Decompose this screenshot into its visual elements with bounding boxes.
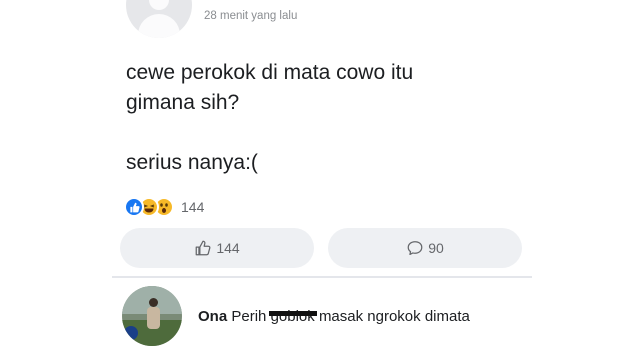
like-count: 144: [216, 240, 240, 256]
comment-icon: [407, 241, 423, 256]
avatar-photo-person-head: [149, 298, 158, 307]
reactions-summary[interactable]: 144: [124, 196, 204, 218]
commenter-name[interactable]: Ona: [198, 308, 227, 325]
post-timestamp[interactable]: 28 menit yang lalu: [204, 10, 297, 22]
avatar-photo-person-body: [147, 307, 160, 329]
author-avatar[interactable]: [126, 0, 192, 38]
action-bar: 144 90: [120, 228, 524, 268]
comment-text-before: Perih: [231, 308, 267, 325]
post-header: 28 menit yang lalu: [122, 0, 522, 40]
default-avatar-head: [149, 0, 169, 10]
divider: [112, 276, 532, 278]
thumbs-up-icon: [195, 240, 211, 256]
reaction-count: 144: [181, 199, 205, 215]
comment-text-after: masak ngrokok dimata: [318, 308, 470, 325]
comment-text: Ona Perih goblok masak ngrokok dimata: [198, 308, 470, 325]
like-icon: [124, 197, 144, 217]
censored-word: goblok: [268, 308, 317, 325]
like-button[interactable]: 144: [120, 228, 314, 268]
commenter-avatar[interactable]: [122, 286, 182, 346]
comment-button[interactable]: 90: [328, 228, 522, 268]
post-card: 28 menit yang lalu cewe perokok di mata …: [112, 0, 532, 360]
default-avatar-body: [138, 14, 180, 38]
comment-item: Ona Perih goblok masak ngrokok dimata: [122, 286, 522, 346]
post-text: cewe perokok di mata cowo itu gimana sih…: [126, 61, 414, 174]
avatar-badge-icon: [124, 326, 138, 340]
comment-count: 90: [428, 240, 444, 256]
